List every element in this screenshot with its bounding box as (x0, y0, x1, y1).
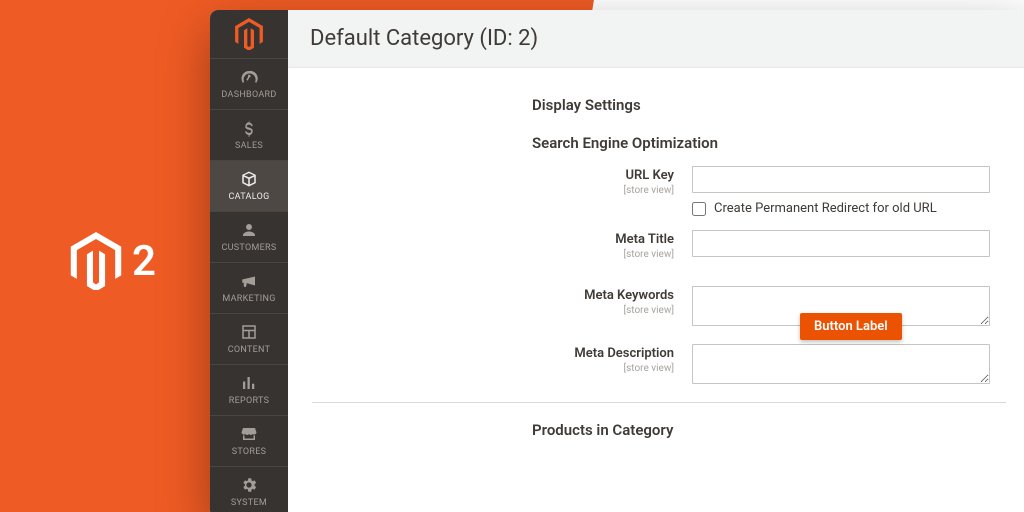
label-meta-title: Meta Title (312, 232, 674, 247)
store-icon (210, 425, 288, 443)
dollar-icon (210, 119, 288, 137)
sidebar-label: SALES (210, 141, 288, 151)
magento2-badge: 2 (70, 232, 156, 290)
sidebar-label: DASHBOARD (210, 90, 288, 100)
page-title: Default Category (ID: 2) (310, 26, 1008, 51)
row-meta-title: Meta Title [store view] (312, 230, 1006, 260)
gauge-icon (210, 68, 288, 86)
sidebar-logo[interactable] (210, 10, 288, 59)
sidebar-label: SYSTEM (210, 498, 288, 508)
scope-hint: [store view] (312, 249, 674, 260)
textarea-meta-description[interactable] (692, 344, 990, 384)
content-area: Display Settings Search Engine Optimizat… (288, 68, 1024, 512)
sidebar-label: CUSTOMERS (210, 243, 288, 253)
sidebar-item-system[interactable]: SYSTEM (210, 467, 288, 512)
admin-window: DASHBOARD SALES CATALOG (210, 10, 1024, 512)
input-meta-title[interactable] (692, 230, 990, 257)
label-meta-description: Meta Description (312, 346, 674, 361)
row-meta-description: Meta Description [store view] (312, 344, 1006, 388)
sidebar-label: CATALOG (210, 192, 288, 202)
brand-two-label: 2 (132, 237, 156, 286)
sidebar-item-dashboard[interactable]: DASHBOARD (210, 59, 288, 110)
sidebar-label: CONTENT (210, 345, 288, 355)
button-label-text: Button Label (814, 319, 888, 334)
scope-hint: [store view] (312, 185, 674, 196)
megaphone-icon (210, 272, 288, 290)
sidebar-item-catalog[interactable]: CATALOG (210, 161, 288, 212)
layout-icon (210, 323, 288, 341)
sidebar-label: MARKETING (210, 294, 288, 304)
section-seo[interactable]: Search Engine Optimization (312, 128, 1006, 166)
bar-chart-icon (210, 374, 288, 392)
admin-sidebar: DASHBOARD SALES CATALOG (210, 10, 288, 512)
magento-icon (235, 18, 263, 50)
section-products[interactable]: Products in Category (312, 402, 1006, 447)
sidebar-item-sales[interactable]: SALES (210, 110, 288, 161)
sidebar-item-reports[interactable]: REPORTS (210, 365, 288, 416)
box-icon (210, 170, 288, 188)
row-meta-keywords: Meta Keywords [store view] (312, 286, 1006, 330)
label-url-key: URL Key (312, 168, 674, 183)
label-meta-keywords: Meta Keywords (312, 288, 674, 303)
main-panel: Default Category (ID: 2) Display Setting… (288, 10, 1024, 512)
gear-icon (210, 476, 288, 494)
scope-hint: [store view] (312, 363, 674, 374)
sidebar-item-marketing[interactable]: MARKETING (210, 263, 288, 314)
checkbox-label-redirect: Create Permanent Redirect for old URL (714, 201, 937, 216)
row-url-key: URL Key [store view] Create Permanent Re… (312, 166, 1006, 216)
button-label-button[interactable]: Button Label (800, 313, 902, 340)
scope-hint: [store view] (312, 305, 674, 316)
checkbox-permanent-redirect[interactable] (692, 202, 706, 216)
sidebar-label: STORES (210, 447, 288, 457)
section-display-settings[interactable]: Display Settings (312, 90, 1006, 128)
page-title-bar: Default Category (ID: 2) (288, 10, 1024, 68)
sidebar-item-customers[interactable]: CUSTOMERS (210, 212, 288, 263)
person-icon (210, 221, 288, 239)
input-url-key[interactable] (692, 166, 990, 193)
sidebar-label: REPORTS (210, 396, 288, 406)
sidebar-item-stores[interactable]: STORES (210, 416, 288, 467)
sidebar-item-content[interactable]: CONTENT (210, 314, 288, 365)
magento-logo-icon (70, 232, 122, 290)
